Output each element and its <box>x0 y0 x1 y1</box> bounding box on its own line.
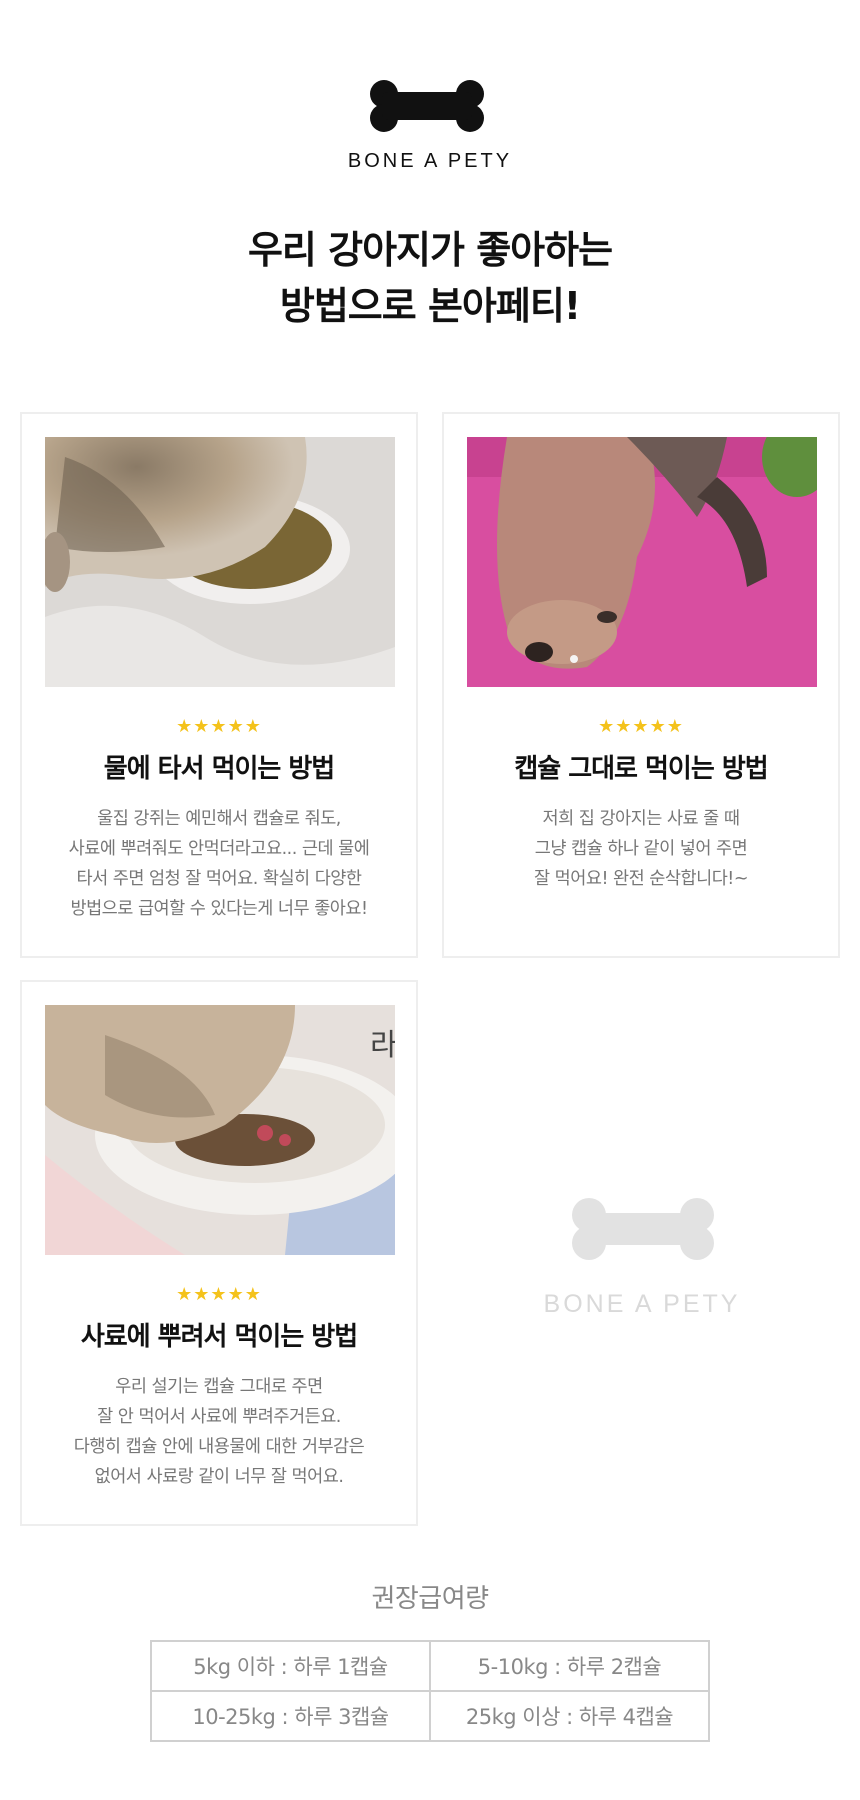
page-headline: 우리 강아지가 좋아하는 방법으로 본아페티! <box>0 222 860 334</box>
star-rating: ★★★★★ <box>598 716 684 737</box>
table-cell: 25kg 이상 : 하루 4캡슐 <box>429 1690 710 1742</box>
table-cell: 5-10kg : 하루 2캡슐 <box>429 1640 710 1692</box>
dog-eating-kibble-photo: 라 <box>45 1005 395 1255</box>
svg-text:라: 라 <box>370 1028 395 1063</box>
desc-line: 울집 강쥐는 예민해서 캡슐로 줘도, <box>97 809 341 829</box>
desc-line: 잘 안 먹어서 사료에 뿌려주거든요. <box>97 1407 341 1427</box>
star-rating: ★★★★★ <box>176 716 262 737</box>
desc-line: 타서 주면 엄청 잘 먹어요. 확실히 다양한 <box>76 869 362 889</box>
table-row: 10-25kg : 하루 3캡슐 25kg 이상 : 하루 4캡슐 <box>150 1690 710 1742</box>
brand-watermark: BONE A PETY <box>543 1290 741 1318</box>
headline-line-1: 우리 강아지가 좋아하는 <box>247 228 613 272</box>
review-card-sprinkle: 라 ★★★★★ 사료에 뿌려서 먹이는 방법 우리 설기는 캡슐 그대로 주면 … <box>20 980 418 1526</box>
desc-line: 방법으로 급여할 수 있다는게 너무 좋아요! <box>70 899 368 919</box>
recommended-dosage-title: 권장급여량 <box>371 1584 489 1614</box>
table-cell: 10-25kg : 하루 3캡슐 <box>150 1690 431 1742</box>
headline-line-2: 방법으로 본아페티! <box>279 284 581 328</box>
table-row: 5kg 이하 : 하루 1캡슐 5-10kg : 하루 2캡슐 <box>150 1640 710 1692</box>
brand-name: BONE A PETY <box>347 150 513 172</box>
bone-logo-icon <box>370 80 484 132</box>
dog-eating-capsule-photo <box>467 437 817 687</box>
bone-watermark-icon <box>572 1198 714 1260</box>
review-card-capsule: ★★★★★ 캡슐 그대로 먹이는 방법 저희 집 강아지는 사료 줄 때 그냥 … <box>442 412 840 958</box>
desc-line: 그냥 캡슐 하나 같이 넣어 주면 <box>534 839 748 859</box>
card-description: 울집 강쥐는 예민해서 캡슐로 줘도, 사료에 뿌려줘도 안먹더라고요... 근… <box>42 804 396 924</box>
card-title: 캡슐 그대로 먹이는 방법 <box>514 754 768 784</box>
table-cell: 5kg 이하 : 하루 1캡슐 <box>150 1640 431 1692</box>
card-description: 우리 설기는 캡슐 그대로 주면 잘 안 먹어서 사료에 뿌려주거든요. 다행히… <box>42 1372 396 1492</box>
card-description: 저희 집 강아지는 사료 줄 때 그냥 캡슐 하나 같이 넣어 주면 잘 먹어요… <box>464 804 818 894</box>
desc-line: 다행히 캡슐 안에 내용물에 대한 거부감은 <box>73 1437 365 1457</box>
star-rating: ★★★★★ <box>176 1284 262 1305</box>
review-card-water: ★★★★★ 물에 타서 먹이는 방법 울집 강쥐는 예민해서 캡슐로 줘도, 사… <box>20 412 418 958</box>
desc-line: 우리 설기는 캡슐 그대로 주면 <box>115 1377 323 1397</box>
desc-line: 사료에 뿌려줘도 안먹더라고요... 근데 물에 <box>68 839 370 859</box>
desc-line: 잘 먹어요! 완전 순삭합니다!~ <box>534 869 748 889</box>
brand-placeholder: BONE A PETY <box>442 980 842 1526</box>
dog-drinking-photo <box>45 437 395 687</box>
desc-line: 저희 집 강아지는 사료 줄 때 <box>542 809 740 829</box>
card-title: 사료에 뿌려서 먹이는 방법 <box>80 1322 358 1352</box>
desc-line: 없어서 사료랑 같이 너무 잘 먹어요. <box>94 1467 344 1487</box>
dosage-table: 5kg 이하 : 하루 1캡슐 5-10kg : 하루 2캡슐 10-25kg … <box>150 1640 710 1742</box>
card-title: 물에 타서 먹이는 방법 <box>103 754 335 784</box>
